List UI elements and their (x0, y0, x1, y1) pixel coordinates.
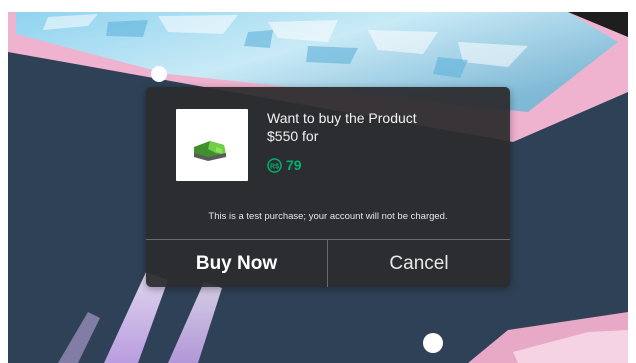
purchase-dialog: Want to buy the Product $550 for R$ 79 T… (146, 87, 510, 287)
purchase-prompt: Want to buy the Product $550 for (267, 109, 417, 145)
prompt-line-1: Want to buy the Product (267, 110, 417, 126)
game-viewport: Want to buy the Product $550 for R$ 79 T… (8, 12, 628, 363)
buy-now-button[interactable]: Buy Now (146, 240, 327, 287)
robux-icon: R$ (267, 157, 282, 173)
product-thumbnail (176, 109, 248, 181)
prompt-line-2: $550 for (267, 128, 319, 144)
cancel-button[interactable]: Cancel (328, 240, 510, 287)
test-purchase-disclaimer: This is a test purchase; your account wi… (208, 211, 448, 222)
product-thumbnail-icon (194, 141, 226, 161)
svg-text:R$: R$ (270, 163, 279, 170)
price-row: R$ 79 (267, 155, 302, 175)
price-value: 79 (286, 157, 302, 173)
